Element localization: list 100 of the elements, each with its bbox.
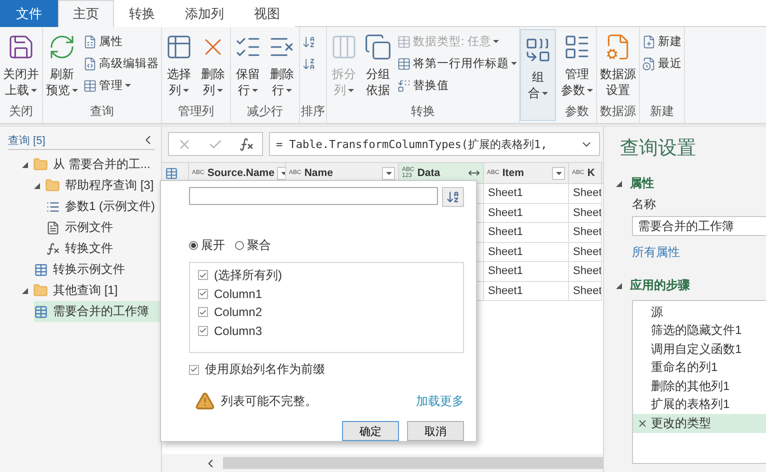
save-icon: [7, 33, 35, 61]
ribbon-button[interactable]: 替换值: [396, 75, 518, 96]
expand-toggle-icon[interactable]: [22, 162, 28, 168]
warning-text: 列表可能不完整。: [221, 392, 317, 410]
folder-icon: [33, 157, 48, 172]
sort-button[interactable]: [442, 187, 464, 207]
folder-icon: [33, 283, 48, 298]
radio-option[interactable]: 聚合: [235, 237, 271, 254]
field-label: 名称: [632, 196, 657, 213]
replace-icon: [397, 78, 411, 92]
ok-button[interactable]: 确定: [342, 421, 399, 441]
query-item[interactable]: 参数1 (示例文件): [46, 196, 161, 217]
ribbon-button[interactable]: 管理 参数: [559, 31, 595, 100]
table-cell: Sheet1: [484, 282, 569, 301]
query-item[interactable]: 转换示例文件: [34, 259, 161, 280]
table-icon: [83, 78, 97, 92]
ribbon-button[interactable]: 高级编辑器: [82, 53, 160, 74]
sort-ascending-icon: [302, 34, 316, 48]
query-item[interactable]: 其他查询 [1]: [22, 280, 161, 301]
table-icon: [397, 56, 411, 70]
table-cell: Sheet1: [484, 262, 569, 282]
ribbon-button[interactable]: 保留 行: [232, 31, 264, 100]
ribbon-button[interactable]: 选择 列: [163, 31, 195, 100]
search-field[interactable]: [189, 187, 438, 205]
column-option[interactable]: Column3: [198, 322, 455, 340]
file-plus-icon: [642, 34, 656, 48]
column-option[interactable]: (选择所有列): [198, 266, 455, 284]
column-option[interactable]: Column2: [198, 303, 455, 322]
ribbon-button[interactable]: 关闭并 上载: [1, 31, 41, 100]
code-file-icon: [83, 56, 97, 70]
filter-button[interactable]: [382, 166, 395, 180]
sort-descending-icon: [302, 56, 316, 70]
group-label: 参数: [564, 103, 590, 120]
prefix-checkbox[interactable]: 使用原始列名作为前缀: [189, 360, 464, 379]
step-item[interactable]: 重命名的列1: [633, 358, 766, 377]
copy-icon: [364, 33, 392, 61]
group-label: 关闭: [8, 103, 34, 120]
query-item[interactable]: 从 需要合并的工...: [22, 154, 161, 175]
group-label: 数据源: [599, 103, 637, 120]
step-item[interactable]: 源: [633, 303, 766, 322]
load-more-link[interactable]: 加载更多: [416, 392, 464, 410]
group-label: 新建: [649, 103, 675, 120]
table-menu-icon[interactable]: [165, 166, 178, 180]
columns-icon: [330, 33, 358, 61]
formula-field[interactable]: = Table.TransformColumnTypes(扩展的表格列1,: [269, 132, 600, 156]
table-icon: [165, 33, 193, 61]
ribbon-button[interactable]: 属性: [82, 31, 160, 52]
table-icon: [34, 304, 48, 318]
ribbon-button[interactable]: 删除 列: [197, 31, 229, 100]
step-item[interactable]: 筛选的隐藏文件1: [633, 322, 766, 340]
step-item[interactable]: 更改的类型: [633, 414, 766, 432]
list-icon: [46, 200, 60, 214]
table-cell: Sheet1: [484, 204, 569, 223]
queries-title: 查询 [5]: [8, 134, 46, 148]
table-cell: Sheet1: [484, 184, 569, 204]
section-title: 属性: [630, 175, 654, 192]
name-field[interactable]: 需要合并的工作簿: [632, 216, 766, 236]
refresh-icon: [48, 33, 76, 61]
cancel-button[interactable]: 取消: [407, 421, 464, 441]
delete-icon[interactable]: [637, 418, 648, 429]
expand-toggle-icon[interactable]: [34, 182, 40, 188]
checkmark-icon: [190, 365, 198, 374]
table-cell: Sheet1: [484, 223, 569, 242]
combine-icon: [524, 36, 552, 64]
filter-button[interactable]: [552, 166, 565, 180]
expand-toggle-icon[interactable]: [22, 288, 28, 294]
ribbon-button[interactable]: 数据源 设置: [598, 31, 638, 100]
expand-toggle-icon[interactable]: [616, 282, 622, 288]
expand-toggle-icon[interactable]: [616, 180, 622, 186]
table-icon: [397, 34, 411, 48]
all-properties-link[interactable]: 所有属性: [632, 244, 766, 261]
list-icon: [563, 33, 591, 61]
table-cell: Sheet1: [484, 242, 569, 262]
query-item[interactable]: 帮助程序查询 [3]: [34, 175, 161, 196]
section-title: 应用的步骤: [630, 277, 690, 294]
panel-title: 查询设置: [620, 137, 697, 161]
ribbon-button[interactable]: 新建: [641, 31, 683, 52]
function-icon[interactable]: [239, 136, 254, 152]
column-option[interactable]: Column1: [198, 284, 455, 303]
document-icon: [46, 220, 60, 234]
query-item[interactable]: 转换文件: [46, 238, 161, 259]
ribbon-button[interactable]: 组 合: [522, 34, 554, 103]
ribbon-button[interactable]: 删除 行: [266, 31, 298, 100]
ribbon-button[interactable]: 分组 依据: [362, 31, 394, 100]
step-item[interactable]: 调用自定义函数1: [633, 340, 766, 358]
ribbon-button[interactable]: 管理: [82, 75, 160, 96]
query-item[interactable]: 需要合并的工作簿: [34, 301, 161, 322]
ribbon-button[interactable]: 将第一行用作标题: [396, 53, 518, 74]
file-clock-icon: [642, 56, 656, 70]
folder-icon: [45, 178, 60, 193]
ribbon-button[interactable]: 刷新 预览: [44, 31, 80, 100]
step-item[interactable]: 删除的其他列1: [633, 377, 766, 396]
ribbon-button[interactable]: 最近: [641, 53, 683, 74]
step-item[interactable]: 扩展的表格列1: [633, 396, 766, 414]
group-label: 减少行: [246, 103, 284, 120]
ribbon-tab[interactable]: 主页: [58, 0, 114, 27]
query-item[interactable]: 示例文件: [46, 217, 161, 238]
group-label: 管理列: [177, 103, 215, 120]
ribbon-tab[interactable]: 文件: [0, 0, 58, 27]
radio-option[interactable]: 展开: [189, 237, 225, 254]
